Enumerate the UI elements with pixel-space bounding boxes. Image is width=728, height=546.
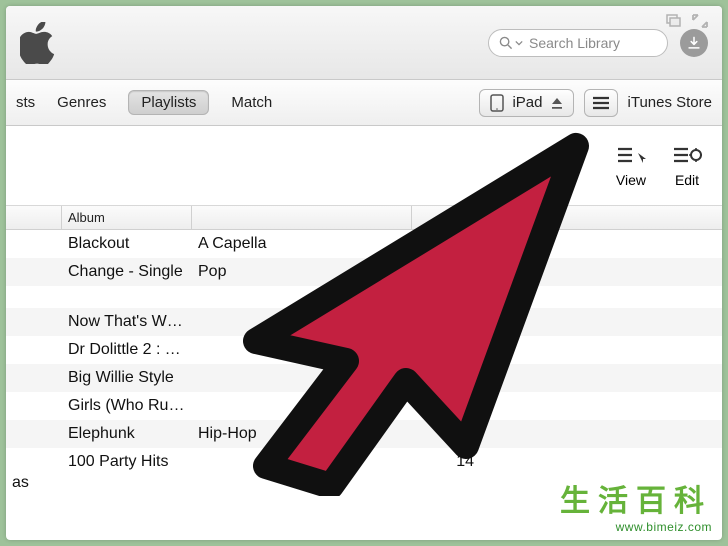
table-row[interactable] [6, 286, 722, 308]
table-row[interactable]: Change - SinglePop [6, 258, 722, 286]
table-row[interactable]: Dr Dolittle 2 : The… [6, 336, 722, 364]
device-label: iPad [512, 94, 542, 111]
cell-genre: Hip-Hop [192, 425, 412, 443]
cell-count: 20 [412, 397, 488, 415]
device-icon [490, 94, 504, 112]
cell-album: Blackout [62, 235, 192, 253]
table-body: BlackoutA CapellaChange - SinglePopNow T… [6, 230, 722, 476]
view-label: View [616, 172, 646, 188]
tab-playlists[interactable]: Playlists [128, 90, 209, 115]
expand-icon[interactable] [692, 14, 708, 28]
watermark-url: www.bimeiz.com [560, 520, 712, 534]
cell-count: 28 [412, 369, 488, 387]
controls-row: View Edit [6, 126, 722, 206]
watermark-text: 生活百科 [560, 476, 712, 520]
window-controls [666, 14, 708, 28]
search-input[interactable]: Search Library [488, 29, 668, 57]
tab-genres[interactable]: Genres [57, 94, 106, 111]
tab-match[interactable]: Match [231, 94, 272, 111]
table-row[interactable]: Girls (Who Run Thi… 20 [6, 392, 722, 420]
app-window: Search Library sts Genres Playlists Matc… [6, 6, 722, 540]
table-header: Album [6, 206, 722, 230]
device-button[interactable]: iPad [479, 89, 573, 117]
edit-button[interactable]: Edit [672, 144, 702, 188]
cell-album: Dr Dolittle 2 : The… [62, 341, 192, 359]
title-bar: Search Library [6, 6, 722, 80]
view-button[interactable]: View [616, 144, 646, 188]
list-button[interactable] [584, 89, 618, 117]
nav-bar: sts Genres Playlists Match iPad iTunes S… [6, 80, 722, 126]
cell-genre: Pop [192, 263, 412, 281]
eject-icon [551, 97, 563, 109]
tab-lists[interactable]: sts [16, 94, 35, 111]
cell-album: 100 Party Hits [62, 453, 192, 471]
edit-label: Edit [675, 172, 699, 188]
view-icon [616, 144, 646, 166]
cell-genre: A Capella [192, 235, 412, 253]
truncated-left-text: as [6, 474, 29, 492]
itunes-store-link[interactable]: iTunes Store [628, 94, 713, 111]
edit-icon [672, 144, 702, 166]
cell-album: Big Willie Style [62, 369, 192, 387]
table-row[interactable]: ElephunkHip-Hop14 [6, 420, 722, 448]
header-album[interactable]: Album [62, 206, 192, 229]
cell-count: 14 [412, 425, 488, 443]
search-icon [499, 36, 523, 50]
apple-logo-icon [20, 22, 60, 64]
table-row[interactable]: BlackoutA Capella [6, 230, 722, 258]
table-row[interactable]: Big Willie Style 28 [6, 364, 722, 392]
search-placeholder: Search Library [529, 35, 620, 51]
list-icon [592, 96, 610, 110]
cell-album: Now That's What I… [62, 313, 192, 331]
cell-album: Elephunk [62, 425, 192, 443]
table-row[interactable]: 100 Party Hits 14 [6, 448, 722, 476]
download-button[interactable] [680, 29, 708, 57]
cell-album: Girls (Who Run Thi… [62, 397, 192, 415]
minimize-icon[interactable] [666, 14, 682, 28]
cell-count: 14 [412, 453, 488, 471]
table-row[interactable]: Now That's What I… [6, 308, 722, 336]
watermark: 生活百科 www.bimeiz.com [560, 476, 712, 534]
cell-album: Change - Single [62, 263, 192, 281]
